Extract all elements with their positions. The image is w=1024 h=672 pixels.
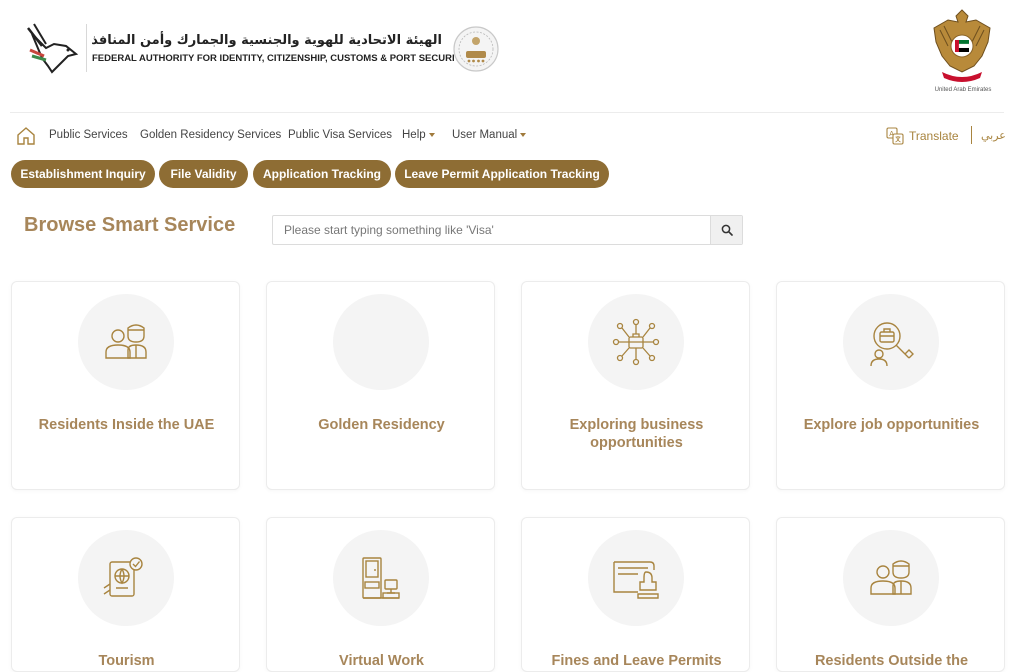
card-icon-circle (588, 530, 684, 626)
search-button[interactable] (710, 216, 742, 244)
translate-icon: A (886, 127, 904, 145)
card-icon-circle (78, 530, 174, 626)
home-icon[interactable] (16, 126, 36, 146)
card-icon-circle (588, 294, 684, 390)
stamp-icon (613, 561, 659, 599)
nav-help-label: Help (402, 129, 426, 141)
card-title: Tourism (98, 653, 155, 669)
main-navigation: Public Services Golden Residency Service… (0, 122, 1024, 150)
residents-outside-icon (870, 560, 912, 595)
authority-name-english: FEDERAL AUTHORITY FOR IDENTITY, CITIZENS… (92, 53, 467, 64)
nav-help[interactable]: Help (402, 129, 435, 141)
search-bar (272, 215, 743, 245)
file-validity-button[interactable]: File Validity (159, 160, 248, 188)
logo-divider (86, 24, 87, 72)
card-title: Fines and Leave Permits (551, 653, 722, 669)
residents-icon (105, 324, 147, 359)
card-title: Virtual Work (339, 653, 424, 669)
nav-user-manual-label: User Manual (452, 129, 518, 141)
arabic-language-link[interactable]: عربي (981, 129, 1006, 142)
application-tracking-button[interactable]: Application Tracking (253, 160, 391, 188)
nav-user-manual[interactable]: User Manual (452, 129, 527, 141)
language-divider (971, 126, 972, 144)
translate-label: Translate (909, 129, 959, 143)
service-card-fines-leave-permits[interactable]: Fines and Leave Permits (521, 517, 750, 672)
falcon-logo-icon[interactable] (24, 20, 84, 76)
card-icon-circle (78, 294, 174, 390)
card-icon-circle (333, 530, 429, 626)
card-title: Exploring business opportunities (569, 417, 704, 451)
nav-golden-residency-services[interactable]: Golden Residency Services (140, 129, 281, 141)
service-card-tourism[interactable]: Tourism (11, 517, 240, 672)
card-icon-circle (333, 294, 429, 390)
card-title: Residents Outside the (814, 653, 969, 669)
service-card-residents-outside[interactable]: Residents Outside the (776, 517, 1005, 672)
header-divider (10, 112, 1004, 113)
establishment-inquiry-button[interactable]: Establishment Inquiry (11, 160, 155, 188)
translate-button[interactable]: A Translate (886, 126, 959, 146)
service-card-business-opportunities[interactable]: Exploring business opportunities (521, 281, 750, 490)
business-network-icon (612, 318, 660, 366)
card-title: Explore job opportunities (803, 417, 980, 433)
card-icon-circle (843, 530, 939, 626)
search-icon (721, 224, 733, 236)
tourism-passport-icon (103, 557, 143, 597)
card-icon-circle (843, 294, 939, 390)
service-card-virtual-work[interactable]: Virtual Work (266, 517, 495, 672)
service-card-job-opportunities[interactable]: Explore job opportunities (776, 281, 1005, 490)
seal-emblem-icon (453, 26, 499, 72)
card-title: Residents Inside the UAE (38, 417, 215, 433)
card-title: Golden Residency (318, 417, 445, 433)
uae-falcon-emblem-icon (933, 9, 991, 82)
service-card-residents-inside[interactable]: Residents Inside the UAE (11, 281, 240, 490)
job-search-icon (870, 322, 914, 367)
service-card-golden-residency[interactable]: Golden Residency (266, 281, 495, 490)
chevron-down-icon (428, 132, 435, 137)
chevron-down-icon (520, 132, 527, 137)
authority-name-arabic: الهيئة الاتحادية للهوية والجنسية والجمار… (91, 33, 442, 48)
nav-public-visa-services[interactable]: Public Visa Services (288, 129, 392, 141)
site-header: الهيئة الاتحادية للهوية والجنسية والجمار… (0, 0, 1024, 112)
country-label: United Arab Emirates (934, 87, 992, 93)
search-input[interactable] (273, 216, 710, 244)
nav-public-services[interactable]: Public Services (49, 129, 128, 141)
leave-permit-tracking-button[interactable]: Leave Permit Application Tracking (395, 160, 609, 188)
page-title: Browse Smart Service (24, 214, 236, 236)
virtual-work-icon (362, 557, 400, 599)
